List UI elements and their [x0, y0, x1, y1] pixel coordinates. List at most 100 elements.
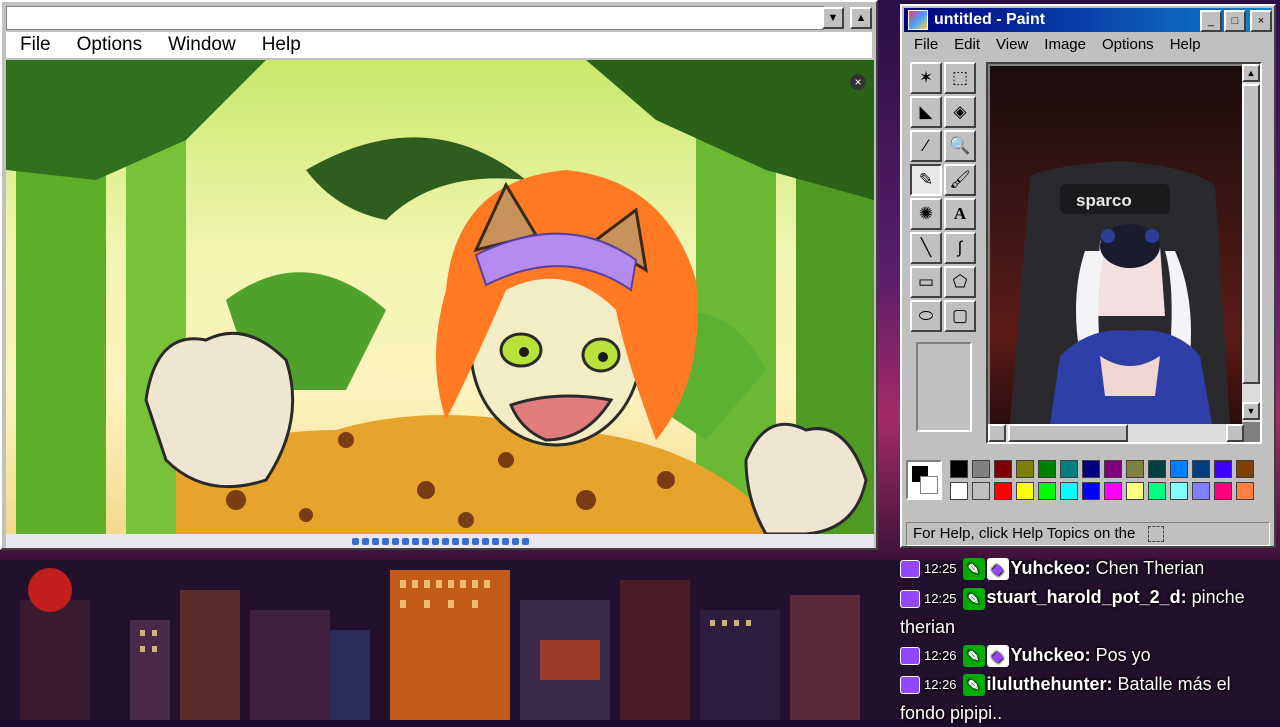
- palette-swatch[interactable]: [1170, 482, 1188, 500]
- palette-swatch[interactable]: [1236, 460, 1254, 478]
- taskbar-app-icon[interactable]: [391, 537, 399, 545]
- minimize-button[interactable]: _: [1200, 10, 1222, 32]
- menu-file[interactable]: File: [20, 34, 51, 56]
- palette-swatch[interactable]: [1104, 482, 1122, 500]
- curve-tool-icon[interactable]: ∫: [944, 232, 976, 264]
- taskbar-app-icon[interactable]: [411, 537, 419, 545]
- eraser-tool-icon[interactable]: ◣: [910, 96, 942, 128]
- taskbar-app-icon[interactable]: [501, 537, 509, 545]
- polygon-tool-icon[interactable]: ⬠: [944, 266, 976, 298]
- taskbar-app-icon[interactable]: [441, 537, 449, 545]
- menu-window[interactable]: Window: [168, 34, 236, 56]
- vertical-scrollbar[interactable]: ▲ ▼: [1242, 64, 1260, 422]
- palette-swatch[interactable]: [1082, 460, 1100, 478]
- palette-swatch[interactable]: [1126, 482, 1144, 500]
- brush-tool-icon[interactable]: 🖌: [944, 164, 976, 196]
- horizontal-scrollbar[interactable]: [988, 424, 1244, 442]
- resize-grip-icon[interactable]: [1148, 526, 1164, 542]
- palette-swatch[interactable]: [950, 482, 968, 500]
- taskbar-app-icon[interactable]: [461, 537, 469, 545]
- close-button[interactable]: ×: [1250, 10, 1272, 32]
- palette-swatch[interactable]: [1214, 460, 1232, 478]
- palette-swatch[interactable]: [1016, 482, 1034, 500]
- palette-swatch[interactable]: [1060, 482, 1078, 500]
- menu-options[interactable]: Options: [1102, 36, 1154, 58]
- pencil-tool-icon[interactable]: ✎: [910, 164, 942, 196]
- chat-username[interactable]: iluluthehunter:: [987, 674, 1113, 694]
- taskbar-app-icon[interactable]: [471, 537, 479, 545]
- maximize-button[interactable]: □: [1224, 10, 1246, 32]
- fill-tool-icon[interactable]: ◈: [944, 96, 976, 128]
- rect-select-tool-icon[interactable]: ⬚: [944, 62, 976, 94]
- taskbar-app-icon[interactable]: [351, 537, 359, 545]
- palette-swatch[interactable]: [1082, 482, 1100, 500]
- stream-chat: 12:25 ✎ ◆ Yuhckeo: Chen Therian 12:25 ✎ stuart_…: [900, 554, 1276, 723]
- rounded-rect-tool-icon[interactable]: ▢: [944, 300, 976, 332]
- chat-message: 12:25 ✎ stuart_harold_pot_2_d: pinche theri…: [900, 583, 1276, 640]
- window-titlebar[interactable]: [6, 6, 824, 30]
- taskbar-app-icon[interactable]: [521, 537, 529, 545]
- palette-swatch[interactable]: [972, 482, 990, 500]
- scroll-down-arrow-icon[interactable]: ▼: [1242, 402, 1260, 420]
- palette-swatch[interactable]: [1060, 460, 1078, 478]
- menu-view[interactable]: View: [996, 36, 1028, 58]
- free-select-tool-icon[interactable]: ✶: [910, 62, 942, 94]
- menu-help[interactable]: Help: [1170, 36, 1201, 58]
- menu-help[interactable]: Help: [262, 34, 301, 56]
- moderator-badge-icon: ✎: [962, 587, 985, 610]
- line-tool-icon[interactable]: ╲: [910, 232, 942, 264]
- palette-swatch[interactable]: [1192, 482, 1210, 500]
- current-colors-box[interactable]: [906, 460, 942, 500]
- menu-edit[interactable]: Edit: [954, 36, 980, 58]
- taskbar-app-icon[interactable]: [451, 537, 459, 545]
- palette-swatch[interactable]: [1214, 482, 1232, 500]
- chat-message: 12:26 ✎ iluluthehunter: Batalle más el fond…: [900, 670, 1276, 727]
- palette-swatch[interactable]: [1148, 482, 1166, 500]
- taskbar-app-icon[interactable]: [421, 537, 429, 545]
- palette-swatch[interactable]: [1126, 460, 1144, 478]
- menu-image[interactable]: Image: [1044, 36, 1086, 58]
- horizontal-scroll-thumb[interactable]: [1008, 424, 1128, 442]
- palette-swatch[interactable]: [972, 460, 990, 478]
- airbrush-tool-icon[interactable]: ✺: [910, 198, 942, 230]
- palette-swatch[interactable]: [950, 460, 968, 478]
- taskbar-app-icon[interactable]: [371, 537, 379, 545]
- palette-swatch[interactable]: [1148, 460, 1166, 478]
- color-picker-tool-icon[interactable]: ⁄: [910, 130, 942, 162]
- palette-swatch[interactable]: [1192, 460, 1210, 478]
- scroll-down-button[interactable]: ▼: [822, 7, 844, 29]
- close-icon[interactable]: ×: [850, 74, 866, 90]
- scroll-up-button[interactable]: ▲: [850, 7, 872, 29]
- taskbar-app-icon[interactable]: [481, 537, 489, 545]
- palette-swatch[interactable]: [994, 460, 1012, 478]
- palette-swatch[interactable]: [1016, 460, 1034, 478]
- palette-swatch[interactable]: [994, 482, 1012, 500]
- taskbar-app-icon[interactable]: [401, 537, 409, 545]
- taskbar-app-icon[interactable]: [491, 537, 499, 545]
- chat-username[interactable]: Yuhckeo:: [1011, 645, 1091, 665]
- palette-swatch[interactable]: [1236, 482, 1254, 500]
- vertical-scroll-thumb[interactable]: [1242, 84, 1260, 384]
- taskbar-app-icon[interactable]: [431, 537, 439, 545]
- taskbar-app-icon[interactable]: [511, 537, 519, 545]
- taskbar-app-icon[interactable]: [361, 537, 369, 545]
- rectangle-tool-icon[interactable]: ▭: [910, 266, 942, 298]
- ellipse-tool-icon[interactable]: ⬭: [910, 300, 942, 332]
- scroll-left-arrow-icon[interactable]: [988, 424, 1006, 442]
- palette-swatch[interactable]: [1170, 460, 1188, 478]
- chat-username[interactable]: Yuhckeo:: [1011, 558, 1091, 578]
- menu-file[interactable]: File: [914, 36, 938, 58]
- status-text: For Help, click Help Topics on the: [913, 525, 1136, 542]
- scroll-right-arrow-icon[interactable]: [1226, 424, 1244, 442]
- taskbar-app-icon[interactable]: [381, 537, 389, 545]
- menu-options[interactable]: Options: [77, 34, 142, 56]
- chat-username[interactable]: stuart_harold_pot_2_d:: [987, 587, 1187, 607]
- palette-swatch[interactable]: [1104, 460, 1122, 478]
- palette-swatch[interactable]: [1038, 482, 1056, 500]
- palette-swatch[interactable]: [1038, 460, 1056, 478]
- paint-canvas[interactable]: sparco: [990, 66, 1242, 424]
- magnifier-tool-icon[interactable]: 🔍: [944, 130, 976, 162]
- scroll-up-arrow-icon[interactable]: ▲: [1242, 64, 1260, 82]
- tool-options-box[interactable]: [916, 342, 972, 432]
- text-tool-icon[interactable]: A: [944, 198, 976, 230]
